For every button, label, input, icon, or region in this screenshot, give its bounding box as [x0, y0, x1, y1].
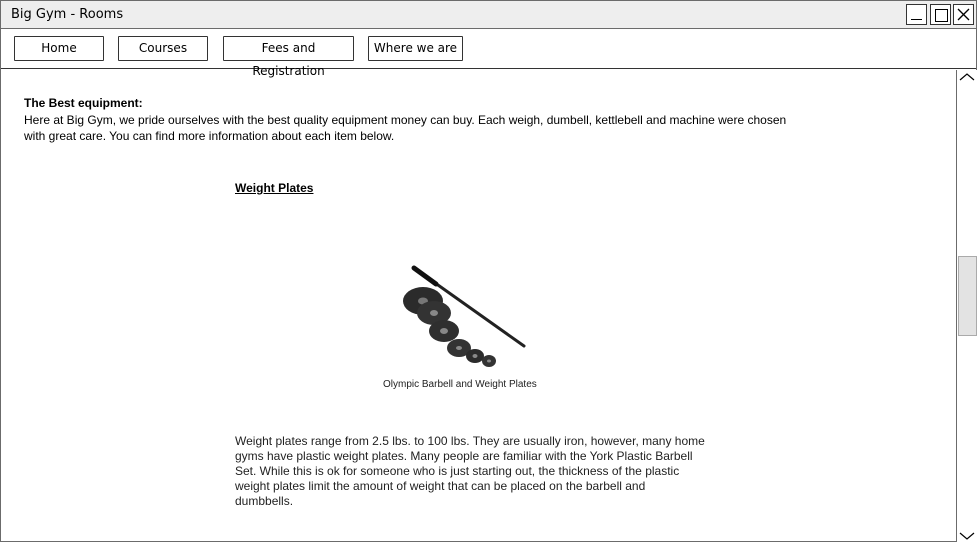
fees-registration-button[interactable]: Fees and Registration — [223, 36, 354, 78]
courses-button[interactable]: Courses — [118, 36, 208, 61]
close-icon — [957, 8, 970, 21]
intro-heading: The Best equipment: — [24, 96, 143, 110]
chevron-down-icon[interactable] — [957, 529, 977, 542]
barbell-weight-plates-image — [403, 265, 526, 367]
navigation-bar: Home Courses Fees and Registration Where… — [1, 30, 976, 78]
window-title: Big Gym - Rooms — [11, 7, 124, 22]
weight-plates-description: Weight plates range from 2.5 lbs. to 100… — [235, 434, 705, 508]
intro-text: Here at Big Gym, we pride ourselves with… — [24, 113, 787, 143]
image-caption: Olympic Barbell and Weight Plates — [383, 379, 537, 390]
maximize-button[interactable] — [930, 4, 951, 25]
minimize-button[interactable] — [906, 4, 927, 25]
close-button[interactable] — [953, 4, 974, 25]
title-bar: Big Gym - Rooms — [1, 1, 976, 29]
app-window: Big Gym - Rooms Home Courses Fees and Re… — [0, 0, 977, 542]
home-button[interactable]: Home — [14, 36, 104, 61]
page-content: The Best equipment: Here at Big Gym, we … — [1, 70, 956, 542]
chevron-up-icon[interactable] — [957, 70, 977, 84]
section-title-weight-plates: Weight Plates — [235, 181, 314, 195]
vertical-scrollbar[interactable] — [956, 70, 977, 542]
scrollbar-thumb[interactable] — [958, 256, 977, 336]
where-we-are-button[interactable]: Where we are — [368, 36, 463, 61]
